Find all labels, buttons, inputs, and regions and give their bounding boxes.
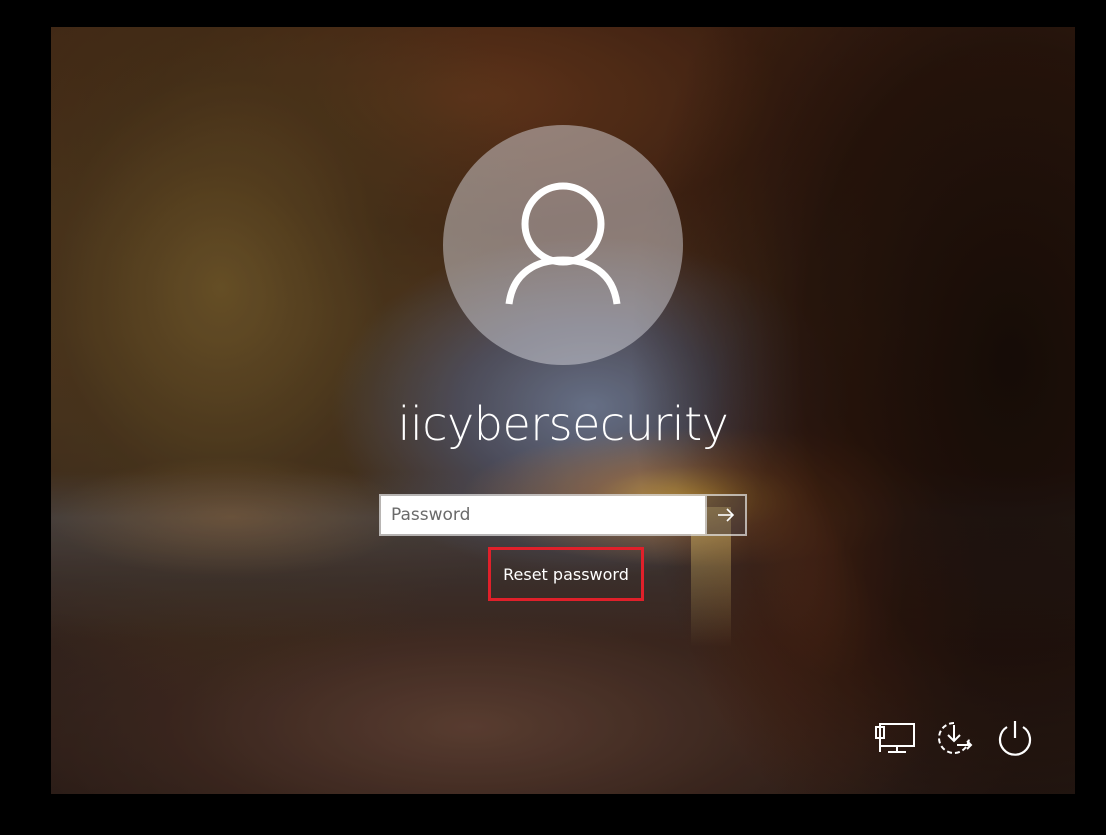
user-avatar xyxy=(443,125,683,365)
username-label: iicybersecurity xyxy=(397,397,729,451)
user-icon xyxy=(505,182,621,305)
reset-password-link[interactable]: Reset password xyxy=(488,547,644,601)
power-icon xyxy=(998,721,1032,756)
arrow-right-icon xyxy=(718,508,735,522)
ease-of-access-button[interactable] xyxy=(932,716,976,760)
lock-screen: iicybersecurity Reset password xyxy=(0,0,1106,835)
password-field-group xyxy=(379,494,747,536)
ease-of-access-icon xyxy=(938,722,973,754)
network-button[interactable] xyxy=(873,716,917,760)
password-input[interactable] xyxy=(381,496,705,534)
submit-button[interactable] xyxy=(705,496,745,534)
power-button[interactable] xyxy=(993,716,1037,760)
network-icon xyxy=(875,723,915,753)
